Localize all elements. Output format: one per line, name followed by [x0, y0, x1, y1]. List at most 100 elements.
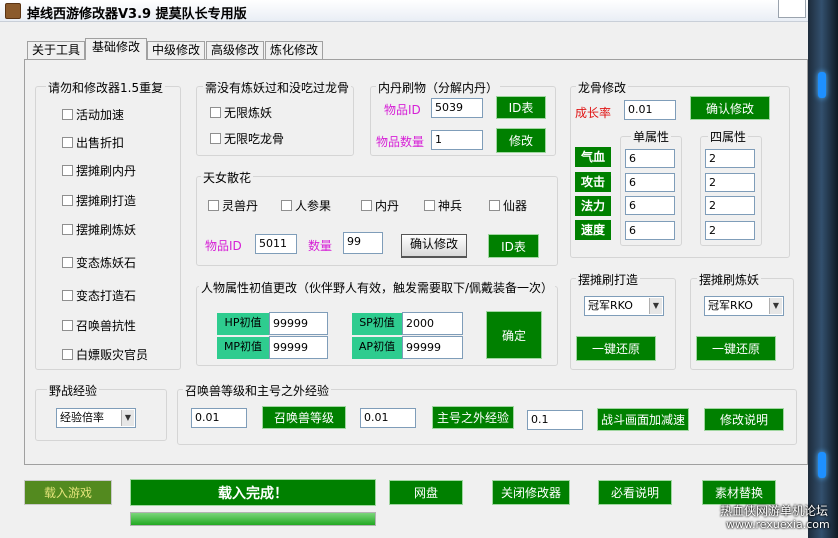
checkbox-label: 无限炼妖 — [224, 106, 273, 120]
summon-level-input[interactable]: 0.01 — [191, 408, 247, 428]
tab-refine[interactable]: 炼化修改 — [265, 41, 323, 60]
checkbox-label: 无限吃龙骨 — [224, 132, 285, 146]
tab-intermediate[interactable]: 中级修改 — [147, 41, 205, 60]
checkbox-box[interactable] — [208, 200, 219, 211]
checkbox-ginseng-fruit[interactable]: 人参果 — [281, 197, 331, 215]
main-exp-button[interactable]: 主号之外经验 — [432, 406, 514, 429]
checkbox-forge-stone[interactable]: 变态打造石 — [62, 287, 136, 305]
growth-input[interactable]: 0.01 — [624, 100, 676, 120]
wild-exp-title: 野战经验 — [47, 382, 100, 399]
checkbox-label: 神兵 — [438, 199, 463, 213]
checkbox-box[interactable] — [489, 200, 500, 211]
explain-button[interactable]: 修改说明 — [704, 408, 784, 431]
checkbox-box[interactable] — [62, 320, 73, 331]
attr-confirm-button[interactable]: 确定 — [486, 311, 542, 359]
tab-advanced[interactable]: 高级修改 — [206, 41, 264, 60]
checkbox-label: 摆摊刷炼妖 — [76, 223, 137, 237]
fali-single-input[interactable]: 6 — [625, 196, 675, 215]
checkbox-box[interactable] — [62, 290, 73, 301]
checkbox-label: 变态炼妖石 — [76, 256, 137, 270]
fairy-qty-input[interactable]: 99 — [343, 232, 383, 254]
qixue-single-input[interactable]: 6 — [625, 149, 675, 168]
chevron-down-icon[interactable]: ▼ — [121, 410, 134, 426]
checkbox-spirit-pill[interactable]: 灵兽丹 — [208, 197, 258, 215]
neidan-id-table-button[interactable]: ID表 — [496, 96, 546, 119]
mp-input[interactable]: 99999 — [269, 336, 328, 359]
must-read-button[interactable]: 必看说明 — [598, 480, 672, 505]
chevron-down-icon[interactable]: ▼ — [769, 298, 782, 314]
tab-about[interactable]: 关于工具 — [27, 41, 85, 60]
checkbox-refine-stone[interactable]: 变态炼妖石 — [62, 254, 136, 272]
checkbox-neidan[interactable]: 内丹 — [361, 197, 399, 215]
checkbox-stall-refine[interactable]: 摆摊刷炼妖 — [62, 221, 136, 239]
stall-forge-select[interactable]: 冠军RKO ▼ — [584, 296, 664, 316]
dragon-group-title: 龙骨修改 — [576, 79, 629, 96]
checkbox-box[interactable] — [210, 107, 221, 118]
checkbox-box[interactable] — [62, 165, 73, 176]
battle-speed-input[interactable]: 0.1 — [527, 410, 583, 430]
checkbox-box[interactable] — [62, 257, 73, 268]
checkbox-box[interactable] — [281, 200, 292, 211]
checkbox-infinite-dragon-bone[interactable]: 无限吃龙骨 — [210, 130, 284, 148]
close-tool-button[interactable]: 关闭修改器 — [492, 480, 570, 505]
wild-exp-select[interactable]: 经验倍率 ▼ — [56, 408, 136, 428]
stall-refine-select[interactable]: 冠军RKO ▼ — [704, 296, 784, 316]
checkbox-label: 人参果 — [295, 199, 332, 213]
checkbox-summon-resist[interactable]: 召唤兽抗性 — [62, 317, 136, 335]
checkbox-box[interactable] — [424, 200, 435, 211]
checkbox-infinite-refine[interactable]: 无限炼妖 — [210, 104, 272, 122]
checkbox-activity-speed[interactable]: 活动加速 — [62, 106, 124, 124]
checkbox-box[interactable] — [210, 133, 221, 144]
checkbox-label: 活动加速 — [76, 108, 125, 122]
select-value: 冠军RKO — [588, 299, 633, 312]
select-value: 经验倍率 — [60, 411, 104, 424]
neidan-item-id-input[interactable]: 5039 — [431, 98, 483, 118]
ap-input[interactable]: 99999 — [402, 336, 463, 359]
sudu-single-input[interactable]: 6 — [625, 221, 675, 240]
checkbox-box[interactable] — [62, 137, 73, 148]
mp-label: MP初值 — [217, 337, 269, 359]
checkbox-box[interactable] — [62, 349, 73, 360]
checkbox-fairy-artifact[interactable]: 仙器 — [489, 197, 527, 215]
tab-basic[interactable]: 基础修改 — [85, 38, 147, 60]
checkbox-label: 白嫖贩灾官员 — [76, 348, 149, 362]
checkbox-sale-discount[interactable]: 出售折扣 — [62, 134, 124, 152]
checkbox-free-official[interactable]: 白嫖贩灾官员 — [62, 346, 148, 364]
close-button[interactable] — [778, 0, 806, 18]
fairy-item-id-input[interactable]: 5011 — [255, 234, 297, 254]
sudu-quad-input[interactable]: 2 — [705, 221, 755, 240]
sp-input[interactable]: 2000 — [402, 312, 463, 335]
main-exp-input[interactable]: 0.01 — [360, 408, 416, 428]
checkbox-box[interactable] — [62, 109, 73, 120]
neidan-qty-input[interactable]: 1 — [431, 130, 483, 150]
checkbox-box[interactable] — [62, 224, 73, 235]
netdisk-button[interactable]: 网盘 — [389, 480, 463, 505]
qixue-quad-input[interactable]: 2 — [705, 149, 755, 168]
quad-attr-title: 四属性 — [708, 128, 749, 145]
hp-input[interactable]: 99999 — [269, 312, 328, 335]
checkbox-box[interactable] — [361, 200, 372, 211]
sudu-label: 速度 — [575, 220, 611, 240]
gongji-single-input[interactable]: 6 — [625, 173, 675, 192]
fali-quad-input[interactable]: 2 — [705, 196, 755, 215]
load-game-button[interactable]: 载入游戏 — [24, 480, 112, 505]
status-label: 载入完成！ — [130, 479, 376, 506]
watermark-url: www.rexuexia.com — [726, 518, 830, 531]
window-title: 掉线西游修改器V3.9 提莫队长专用版 — [27, 7, 247, 22]
stall-refine-restore-button[interactable]: 一键还原 — [696, 336, 776, 361]
neidan-modify-button[interactable]: 修改 — [496, 128, 546, 153]
fairy-confirm-button[interactable]: 确认修改 — [401, 234, 467, 258]
dragon-confirm-button[interactable]: 确认修改 — [690, 96, 770, 120]
battle-speed-button[interactable]: 战斗画面加减速 — [597, 408, 689, 431]
checkbox-label: 出售折扣 — [76, 136, 125, 150]
checkbox-stall-forge[interactable]: 摆摊刷打造 — [62, 192, 136, 210]
checkbox-stall-neidan[interactable]: 摆摊刷内丹 — [62, 162, 136, 180]
chevron-down-icon[interactable]: ▼ — [649, 298, 662, 314]
summon-level-button[interactable]: 召唤兽等级 — [262, 406, 346, 429]
checkbox-box[interactable] — [62, 195, 73, 206]
fairy-id-table-button[interactable]: ID表 — [488, 234, 539, 258]
stall-forge-restore-button[interactable]: 一键还原 — [576, 336, 656, 361]
checkbox-divine-weapon[interactable]: 神兵 — [424, 197, 462, 215]
stall-forge-title: 摆摊刷打造 — [576, 271, 641, 288]
gongji-quad-input[interactable]: 2 — [705, 173, 755, 192]
